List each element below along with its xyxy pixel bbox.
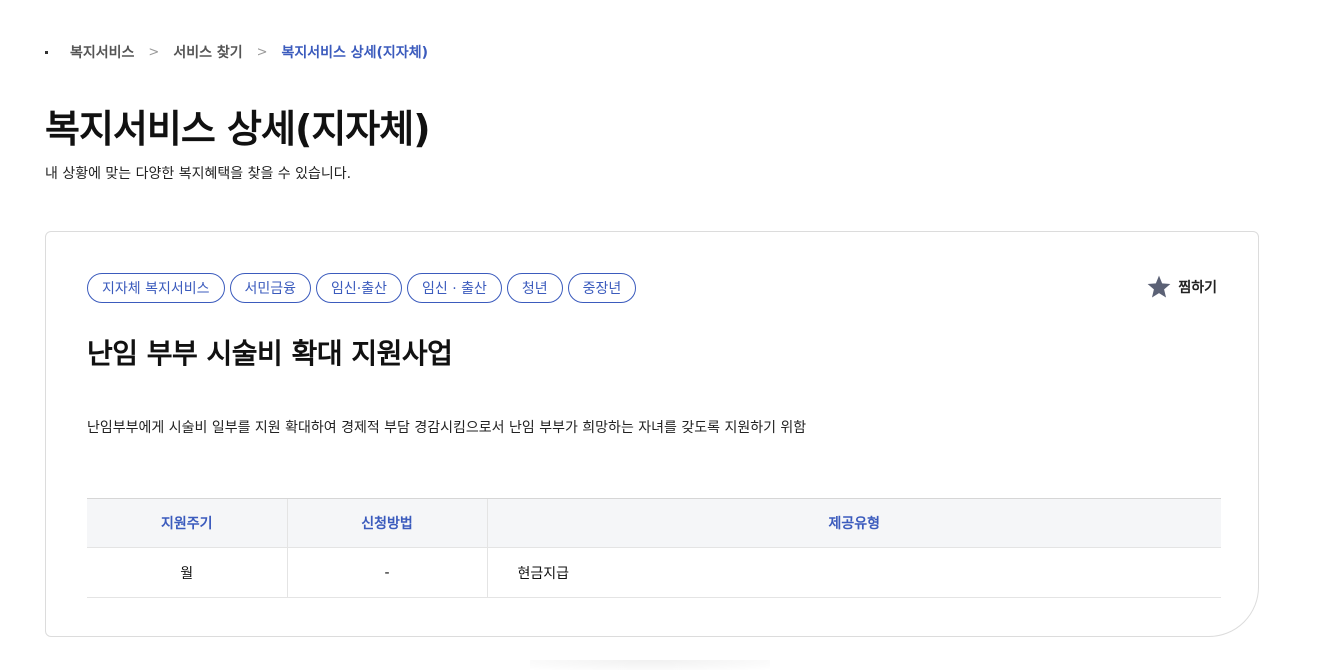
tag-pregnancy[interactable]: 임신·출산	[316, 273, 403, 303]
page-title: 복지서비스 상세(지자체)	[45, 107, 431, 151]
breadcrumb-item-find-service[interactable]: 서비스 찾기	[173, 42, 242, 62]
service-title: 난임 부부 시술비 확대 지원사업	[87, 337, 453, 370]
service-detail-card: 지자체 복지서비스 서민금융 임신·출산 임신 · 출산 청년 중장년 찜하기 …	[45, 231, 1259, 637]
table-header-row: 지원주기 신청방법 제공유형	[87, 498, 1221, 548]
tag-pregnancy-alt[interactable]: 임신 · 출산	[407, 273, 502, 303]
tag-middle-age[interactable]: 중장년	[567, 273, 637, 303]
page-subtitle: 내 상황에 맞는 다양한 복지혜택을 찾을 수 있습니다.	[45, 166, 352, 182]
favorite-label: 찜하기	[1178, 280, 1217, 296]
table-header-type: 제공유형	[486, 498, 1221, 548]
tag-local-welfare[interactable]: 지자체 복지서비스	[87, 273, 225, 303]
table-cell-cycle: 월	[87, 547, 287, 598]
tag-list: 지자체 복지서비스 서민금융 임신·출산 임신 · 출산 청년 중장년	[87, 273, 637, 303]
favorite-button[interactable]: 찜하기	[1146, 274, 1217, 300]
table-cell-type: 현금지급	[486, 547, 1221, 598]
star-icon	[1146, 274, 1172, 300]
table-header-method: 신청방법	[286, 498, 487, 548]
breadcrumb-bullet	[45, 50, 48, 54]
breadcrumb-current: 복지서비스 상세(지자체)	[281, 45, 428, 61]
tag-youth[interactable]: 청년	[506, 273, 563, 303]
bottom-shadow	[530, 660, 770, 670]
service-description: 난임부부에게 시술비 일부를 지원 확대하여 경제적 부담 경감시킴으로서 난임…	[87, 420, 807, 436]
breadcrumb: 복지서비스 > 서비스 찾기 > 복지서비스 상세(지자체)	[45, 42, 428, 62]
chevron-right-icon: >	[148, 44, 160, 60]
table-header-cycle: 지원주기	[87, 498, 287, 548]
table-row: 월 - 현금지급	[87, 547, 1221, 598]
service-info-table: 지원주기 신청방법 제공유형 월 - 현금지급	[87, 498, 1221, 598]
chevron-right-icon: >	[256, 44, 268, 60]
tag-finance[interactable]: 서민금융	[229, 273, 312, 303]
breadcrumb-item-welfare[interactable]: 복지서비스	[70, 42, 134, 62]
table-cell-method: -	[286, 547, 487, 598]
